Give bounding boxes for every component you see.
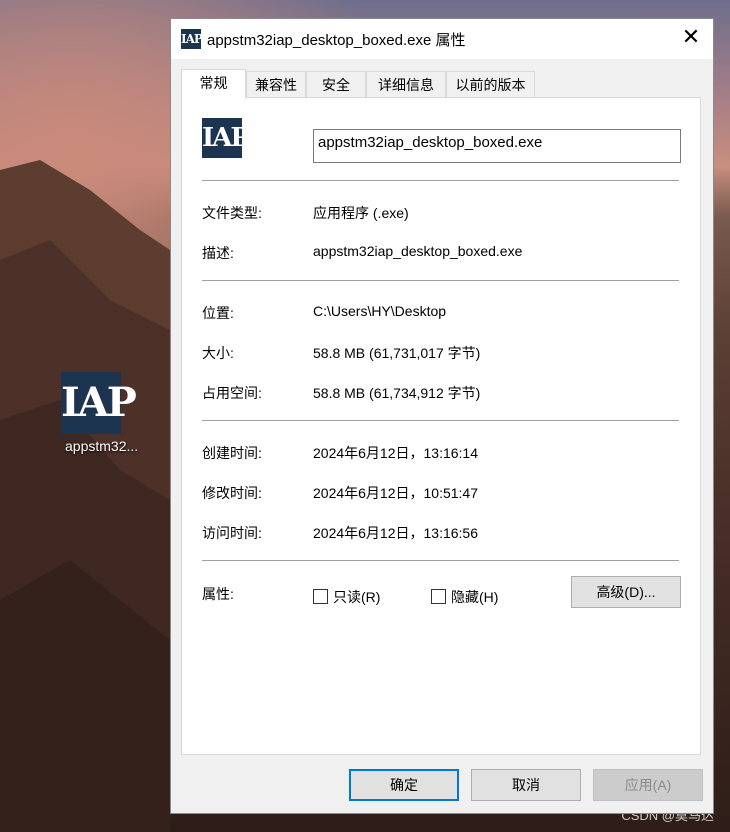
size-on-disk-label: 占用空间: xyxy=(202,385,262,401)
tab-security[interactable]: 安全 xyxy=(306,71,366,97)
file-type-label: 文件类型: xyxy=(202,205,262,221)
file-name-field[interactable]: appstm32iap_desktop_boxed.exe xyxy=(313,129,681,163)
divider xyxy=(202,180,679,181)
size-value: 58.8 MB (61,731,017 字节) xyxy=(313,345,481,361)
description-value: appstm32iap_desktop_boxed.exe xyxy=(313,243,523,259)
checkbox-box-icon[interactable] xyxy=(431,589,446,604)
tab-previous-versions[interactable]: 以前的版本 xyxy=(446,71,535,97)
location-value: C:\Users\HY\Desktop xyxy=(313,303,447,319)
location-label: 位置: xyxy=(202,305,234,321)
tab-general[interactable]: 常规 xyxy=(181,69,246,99)
general-panel: IAP appstm32iap_desktop_boxed.exe 文件类型: … xyxy=(181,97,701,755)
app-title-icon: IAP xyxy=(181,29,203,49)
tab-details[interactable]: 详细信息 xyxy=(366,71,446,97)
desktop-icon-label: appstm32... xyxy=(65,438,139,454)
desktop-app-icon[interactable]: IAP appstm32... xyxy=(45,372,138,454)
accessed-value: 2024年6月12日，13:16:56 xyxy=(313,525,478,541)
apply-button[interactable]: 应用(A) xyxy=(593,769,703,801)
tab-compatibility[interactable]: 兼容性 xyxy=(246,71,306,97)
title-bar[interactable]: IAP appstm32iap_desktop_boxed.exe 属性 ✕ xyxy=(171,19,713,59)
checkbox-box-icon[interactable] xyxy=(313,589,328,604)
accessed-label: 访问时间: xyxy=(202,525,262,541)
size-on-disk-value: 58.8 MB (61,734,912 字节) xyxy=(313,385,481,401)
readonly-label: 只读(R) xyxy=(333,589,381,605)
readonly-checkbox[interactable]: 只读(R) xyxy=(313,587,380,607)
attributes-label: 属性: xyxy=(202,586,234,602)
properties-dialog: IAP appstm32iap_desktop_boxed.exe 属性 ✕ 常… xyxy=(170,18,714,814)
ok-button[interactable]: 确定 xyxy=(349,769,459,801)
iap-logo-icon: IAP xyxy=(61,372,137,434)
created-value: 2024年6月12日，13:16:14 xyxy=(313,445,478,461)
cancel-button[interactable]: 取消 xyxy=(471,769,581,801)
window-title: appstm32iap_desktop_boxed.exe 属性 xyxy=(207,32,466,49)
modified-value: 2024年6月12日，10:51:47 xyxy=(313,485,478,501)
description-label: 描述: xyxy=(202,245,234,261)
size-label: 大小: xyxy=(202,345,234,361)
advanced-button[interactable]: 高级(D)... xyxy=(571,576,681,608)
divider xyxy=(202,560,679,561)
divider xyxy=(202,420,679,421)
hidden-label: 隐藏(H) xyxy=(451,589,499,605)
divider xyxy=(202,280,679,281)
created-label: 创建时间: xyxy=(202,445,262,461)
modified-label: 修改时间: xyxy=(202,485,262,501)
close-button[interactable]: ✕ xyxy=(669,19,713,59)
file-type-value: 应用程序 (.exe) xyxy=(313,205,409,221)
hidden-checkbox[interactable]: 隐藏(H) xyxy=(431,587,498,607)
file-icon: IAP xyxy=(202,118,250,158)
